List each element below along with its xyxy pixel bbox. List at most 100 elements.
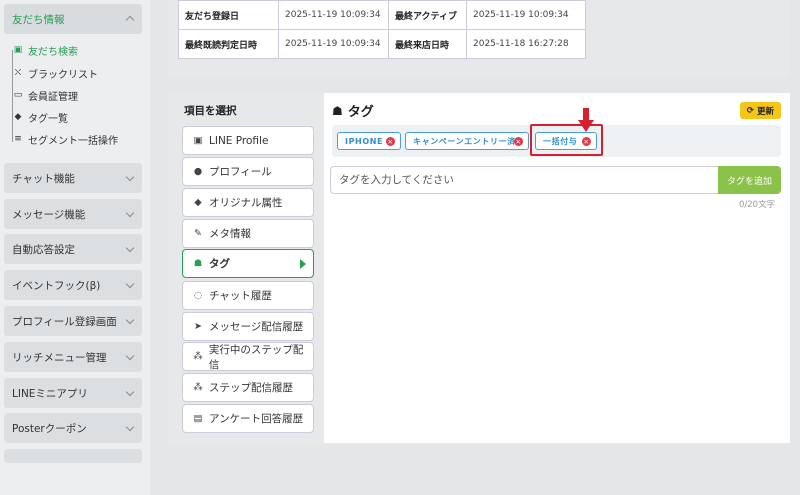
sidebar-item-tag-list[interactable]: ◆ タグ一覧 (12, 108, 68, 126)
sidebar-category-label: Posterクーポン (12, 422, 87, 435)
sidebar-category-label: LINEミニアプリ (12, 387, 88, 400)
chevron-down-icon (125, 243, 135, 253)
table-key: 最終既読判定日時 (178, 29, 279, 59)
sidebar-item-segment[interactable]: ≡ セグメント一括操作 (12, 130, 118, 148)
menu-item-tag[interactable]: ☗ タグ (182, 249, 314, 278)
tag-label: キャンペーンエントリー済 (413, 136, 516, 146)
sidebar-category-message[interactable]: メッセージ機能 (4, 199, 142, 229)
line-icon: ▣ (193, 135, 203, 146)
chevron-down-icon (125, 422, 135, 432)
chevron-down-icon (125, 351, 135, 361)
user-slash-icon: ⛌ (14, 68, 22, 78)
survey-icon: ▤ (193, 413, 203, 424)
table-value: 2025-11-19 10:09:34 (278, 0, 389, 30)
menu-item-original-attr[interactable]: ◆ オリジナル属性 (182, 188, 314, 217)
menu-item-label: アンケート回答履歴 (209, 413, 304, 425)
sidebar-item-membership[interactable]: ▭ 会員証管理 (12, 86, 78, 104)
steps-icon: ⁂ (193, 382, 203, 393)
menu-item-label: 実行中のステップ配信 (208, 343, 304, 371)
menu-item-label: タグ (209, 258, 230, 270)
user-tag-icon: ☗ (332, 103, 343, 118)
table-key: 最終アクティブ (388, 0, 467, 30)
menu-item-line-profile[interactable]: ▣ LINE Profile (182, 126, 314, 155)
chevron-down-icon (125, 172, 135, 182)
id-card-icon: ▣ (13, 45, 23, 55)
menu-item-label: LINE Profile (209, 134, 269, 147)
table-value: 2025-11-19 10:09:34 (278, 29, 389, 59)
table-value: 2025-11-18 16:27:28 (466, 29, 586, 59)
content-title-text: タグ (347, 105, 374, 120)
sidebar-category-label: リッチメニュー管理 (12, 351, 107, 364)
menu-item-chat-history[interactable]: ◌ チャット履歴 (182, 281, 314, 310)
arrow-down-icon (578, 108, 594, 132)
menu-item-survey-history[interactable]: ▤ アンケート回答履歴 (182, 404, 314, 433)
menu-item-profile[interactable]: ● プロフィール (182, 157, 314, 186)
sidebar-category-more[interactable] (4, 449, 142, 463)
tag-chip[interactable]: IPHONE ✕ (337, 132, 401, 150)
sidebar-item-label: セグメント一括操作 (28, 135, 118, 147)
sidebar-category-mini-app[interactable]: LINEミニアプリ (4, 378, 142, 408)
tag-input[interactable] (330, 166, 719, 194)
sidebar: 友だち情報 ▣ 友だち検索 ⛌ ブラックリスト ▭ 会員証管理 ◆ タグ一覧 ≡… (0, 0, 150, 495)
comments-icon: ◌ (193, 290, 203, 301)
table-value: 2025-11-19 10:09:34 (466, 0, 586, 30)
sidebar-category-label: 自動応答設定 (12, 243, 75, 256)
menu-item-label: オリジナル属性 (209, 197, 283, 209)
menu-item-label: プロフィール (209, 166, 272, 178)
menu-item-message-history[interactable]: ➤ メッセージ配信履歴 (182, 312, 314, 341)
menu-item-running-steps[interactable]: ⁂ 実行中のステップ配信 (182, 342, 314, 371)
caret-right-icon (300, 259, 306, 269)
tag-chip[interactable]: キャンペーンエントリー済 ✕ (405, 132, 529, 150)
menu-item-label: ステップ配信履歴 (209, 382, 293, 394)
sidebar-category-chat[interactable]: チャット機能 (4, 163, 142, 193)
table-row: 友だち登録日 2025-11-19 10:09:34 最終アクティブ 2025-… (178, 0, 586, 30)
tag-label: IPHONE (345, 136, 384, 146)
sidebar-item-label: 友だち検索 (28, 46, 78, 58)
tag-icon: ◆ (14, 112, 22, 122)
sidebar-item-label: 会員証管理 (28, 91, 78, 103)
sidebar-category-event-hook[interactable]: イベントフック(β) (4, 270, 142, 300)
user-tag-icon: ☗ (193, 258, 203, 269)
sidebar-category-label: 友だち情報 (12, 13, 65, 26)
char-count: 0/20文字 (739, 200, 776, 210)
add-tag-button[interactable]: タグを追加 (718, 166, 781, 194)
table-key: 友だち登録日 (178, 0, 279, 30)
sidebar-item-friend-search[interactable]: ▣ 友だち検索 (12, 41, 78, 59)
refresh-label: 更新 (757, 106, 775, 117)
sidebar-category-label: メッセージ機能 (12, 208, 86, 221)
sidebar-category-rich-menu[interactable]: リッチメニュー管理 (4, 342, 142, 372)
database-icon: ≡ (14, 134, 22, 144)
close-icon[interactable]: ✕ (514, 137, 523, 146)
table-row: 最終既読判定日時 2025-11-19 10:09:34 最終来店日時 2025… (178, 29, 586, 59)
table-key: 最終来店日時 (388, 29, 467, 59)
sidebar-item-label: ブラックリスト (28, 69, 98, 81)
sidebar-category-auto-reply[interactable]: 自動応答設定 (4, 234, 142, 264)
sidebar-item-blacklist[interactable]: ⛌ ブラックリスト (12, 64, 98, 82)
close-icon[interactable]: ✕ (386, 137, 395, 146)
menu-item-step-history[interactable]: ⁂ ステップ配信履歴 (182, 373, 314, 402)
menu-title: 項目を選択 (184, 105, 237, 117)
menu-item-label: チャット履歴 (209, 290, 272, 302)
tags-icon: ◆ (194, 197, 202, 208)
sidebar-category-label: チャット機能 (12, 172, 75, 185)
chevron-down-icon (125, 208, 135, 218)
chevron-down-icon (125, 387, 135, 397)
refresh-button[interactable]: ⟳ 更新 (740, 102, 781, 119)
sidebar-category-friend-info[interactable]: 友だち情報 (4, 4, 142, 34)
sidebar-category-profile-form[interactable]: プロフィール登録画面 (4, 306, 142, 336)
sidebar-category-label: プロフィール登録画面 (12, 315, 117, 328)
chevron-down-icon (125, 315, 135, 325)
chevron-down-icon (125, 279, 135, 289)
sidebar-category-label: イベントフック(β) (12, 279, 101, 292)
menu-item-label: メッセージ配信履歴 (209, 321, 304, 333)
card-icon: ▭ (13, 90, 23, 100)
sidebar-category-poster-coupon[interactable]: Posterクーポン (4, 413, 142, 443)
magic-icon: ✎ (194, 228, 202, 239)
friend-info-table: 友だち登録日 2025-11-19 10:09:34 最終アクティブ 2025-… (178, 0, 586, 59)
menu-item-meta[interactable]: ✎ メタ情報 (182, 219, 314, 248)
chevron-up-icon (125, 15, 135, 25)
user-circle-icon: ● (193, 166, 203, 177)
content-title: ☗ タグ (332, 101, 374, 121)
menu-item-label: メタ情報 (209, 228, 251, 240)
refresh-icon: ⟳ (746, 105, 755, 116)
